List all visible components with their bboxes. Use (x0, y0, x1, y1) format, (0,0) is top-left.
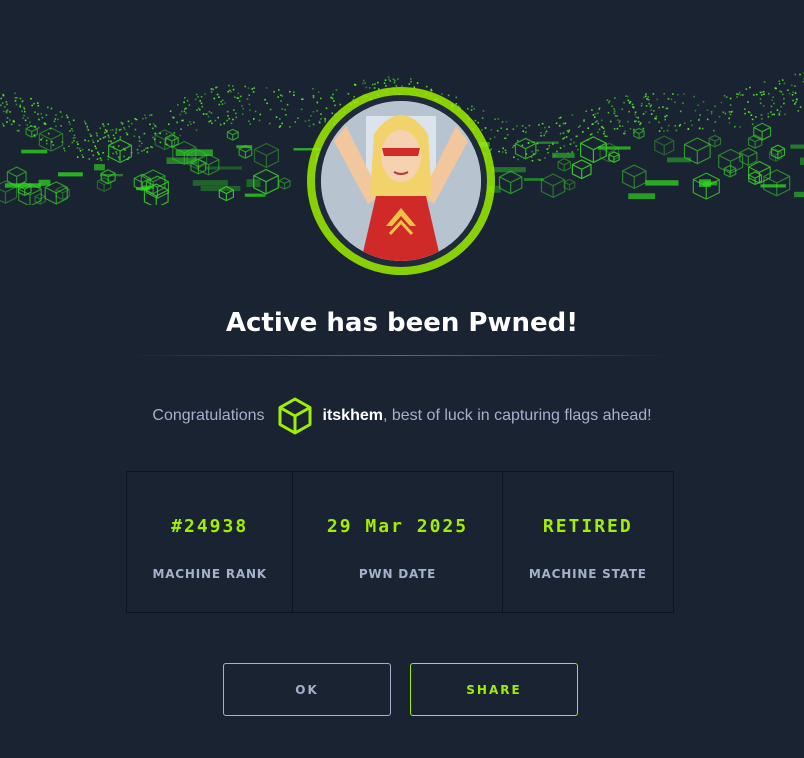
congratulations-message: Congratulations itskhem , best of luck i… (0, 394, 804, 438)
congrats-suffix: , best of luck in capturing flags ahead! (382, 407, 652, 424)
stat-machine-state: RETIRED MACHINE STATE (503, 472, 673, 612)
pwn-date-value: 29 Mar 2025 (326, 516, 469, 537)
stat-machine-rank: #24938 MACHINE RANK (127, 472, 294, 612)
machine-avatar (306, 86, 496, 276)
stats-panel: #24938 MACHINE RANK 29 Mar 2025 PWN DATE… (126, 471, 674, 613)
username-link[interactable]: itskhem (323, 407, 383, 425)
title-divider (126, 355, 674, 356)
stat-pwn-date: 29 Mar 2025 PWN DATE (293, 472, 503, 612)
share-button[interactable]: SHARE (410, 663, 578, 716)
machine-rank-label: MACHINE RANK (152, 567, 267, 581)
machine-state-label: MACHINE STATE (528, 567, 647, 581)
page-title: Active has been Pwned! (225, 308, 579, 338)
machine-state-value: RETIRED (542, 516, 633, 537)
pwn-date-label: PWN DATE (358, 567, 437, 581)
ok-button[interactable]: OK (223, 663, 391, 716)
congrats-prefix: Congratulations (152, 407, 265, 424)
machine-rank-value: #24938 (171, 516, 249, 537)
hexagon-cube-icon (277, 396, 313, 436)
